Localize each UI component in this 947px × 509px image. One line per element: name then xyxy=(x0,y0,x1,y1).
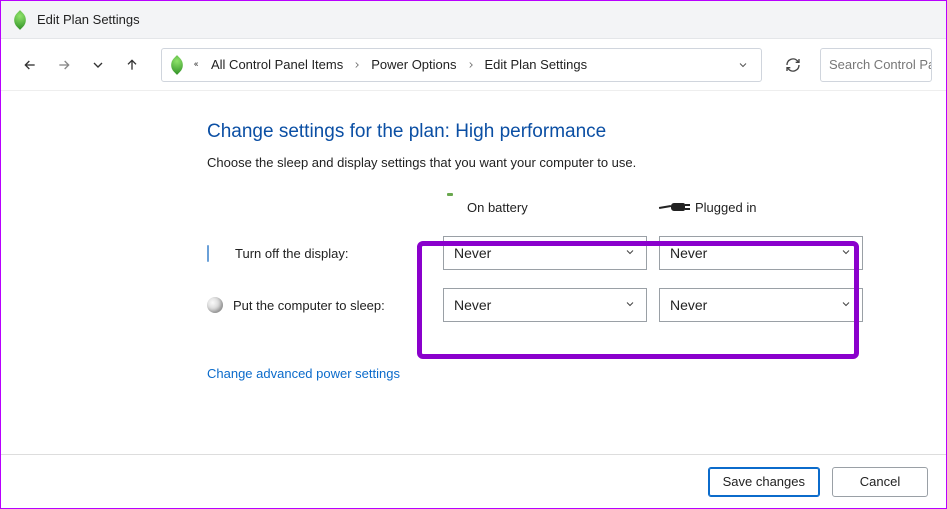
display-off-battery-select[interactable]: Never xyxy=(443,236,647,270)
row-label-display-text: Turn off the display: xyxy=(235,246,348,261)
search-placeholder: Search Control Panel xyxy=(829,57,932,72)
chevron-down-icon xyxy=(840,245,852,261)
chevron-right-icon xyxy=(350,60,364,70)
column-header-plugged: Plugged in xyxy=(659,200,863,215)
settings-grid: On battery Plugged in Turn off the displ… xyxy=(207,196,906,322)
sleep-battery-value: Never xyxy=(454,297,491,313)
sleep-plugged-select[interactable]: Never xyxy=(659,288,863,322)
column-header-battery: On battery xyxy=(443,196,647,218)
monitor-icon xyxy=(207,246,225,260)
advanced-power-settings-link[interactable]: Change advanced power settings xyxy=(207,366,906,381)
chevron-left-icon[interactable] xyxy=(190,60,204,70)
page-subtitle: Choose the sleep and display settings th… xyxy=(207,155,906,170)
display-off-plugged-select[interactable]: Never xyxy=(659,236,863,270)
content-area: Change settings for the plan: High perfo… xyxy=(1,91,946,381)
cancel-button-label: Cancel xyxy=(860,474,900,489)
up-button[interactable] xyxy=(117,50,147,80)
breadcrumb-item-2[interactable]: Edit Plan Settings xyxy=(482,54,591,75)
chevron-down-icon xyxy=(840,297,852,313)
row-label-sleep: Put the computer to sleep: xyxy=(207,297,431,313)
column-header-plugged-label: Plugged in xyxy=(695,200,756,215)
cancel-button[interactable]: Cancel xyxy=(832,467,928,497)
display-off-battery-value: Never xyxy=(454,245,491,261)
back-button[interactable] xyxy=(15,50,45,80)
refresh-button[interactable] xyxy=(776,48,810,82)
sleep-battery-select[interactable]: Never xyxy=(443,288,647,322)
page-title: Change settings for the plan: High perfo… xyxy=(207,121,906,143)
title-bar: Edit Plan Settings xyxy=(1,1,946,39)
recent-locations-button[interactable] xyxy=(83,50,113,80)
search-input[interactable]: Search Control Panel xyxy=(820,48,932,82)
plug-icon xyxy=(659,200,685,214)
forward-button[interactable] xyxy=(49,50,79,80)
save-button-label: Save changes xyxy=(723,474,805,489)
chevron-down-icon xyxy=(624,297,636,313)
breadcrumb-item-1[interactable]: Power Options xyxy=(368,54,459,75)
window-title: Edit Plan Settings xyxy=(37,12,140,27)
row-label-display: Turn off the display: xyxy=(207,246,431,261)
breadcrumb-item-0[interactable]: All Control Panel Items xyxy=(208,54,346,75)
moon-icon xyxy=(207,297,223,313)
battery-icon xyxy=(443,196,457,218)
address-dropdown-button[interactable] xyxy=(731,59,755,71)
row-label-sleep-text: Put the computer to sleep: xyxy=(233,298,385,313)
column-header-battery-label: On battery xyxy=(467,200,528,215)
app-leaf-icon xyxy=(11,11,29,29)
save-button[interactable]: Save changes xyxy=(708,467,820,497)
chevron-down-icon xyxy=(624,245,636,261)
sleep-plugged-value: Never xyxy=(670,297,707,313)
nav-bar: All Control Panel Items Power Options Ed… xyxy=(1,39,946,91)
address-bar[interactable]: All Control Panel Items Power Options Ed… xyxy=(161,48,762,82)
display-off-plugged-value: Never xyxy=(670,245,707,261)
address-leaf-icon xyxy=(168,56,186,74)
footer: Save changes Cancel xyxy=(1,454,946,508)
chevron-right-icon xyxy=(464,60,478,70)
